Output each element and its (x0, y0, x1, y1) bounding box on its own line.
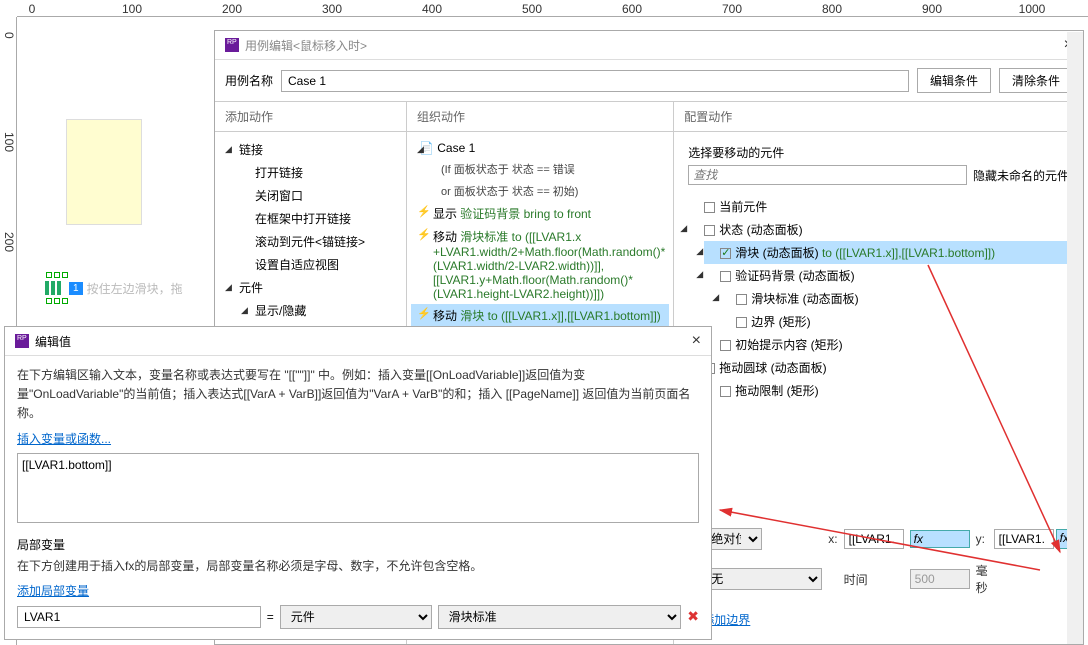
dialog-title: 用例编辑<鼠标移入时> (245, 37, 367, 54)
note-badge: 1 (69, 282, 83, 295)
edit-condition-button[interactable]: 编辑条件 (917, 68, 991, 93)
horizontal-ruler: 0 100 200 300 400 500 600 700 800 900 10… (17, 0, 1088, 17)
clear-condition-button[interactable]: 清除条件 (999, 68, 1073, 93)
slider-hint-text: 按住左边滑块，拖 (87, 280, 183, 297)
expression-textarea[interactable]: [[LVAR1.bottom]] (17, 453, 699, 523)
local-var-type-select[interactable]: 元件 (280, 605, 432, 629)
fx-x-button[interactable]: fx (910, 530, 970, 548)
app-icon (225, 38, 239, 52)
edit-value-dialog: 编辑值 × 在下方编辑区输入文本，变量名称或表达式要写在 "[[""]]" 中。… (4, 326, 712, 640)
close-icon[interactable]: × (692, 332, 701, 350)
add-bounds-link[interactable]: 添加边界 (702, 611, 822, 628)
edit-dialog-title: 编辑值 (35, 333, 71, 350)
delete-icon[interactable]: ✖ (687, 608, 699, 625)
move-controls: 移动 绝对位 x: fx y: fx 动画 无 时间 毫秒 界限 添加边界 (674, 514, 1083, 644)
local-var-name-input[interactable] (17, 606, 261, 628)
case-name-input[interactable] (281, 70, 909, 92)
yellow-widget[interactable] (66, 119, 142, 225)
configure-action-header: 配置动作 (674, 102, 1083, 132)
move-x-input[interactable] (844, 529, 904, 549)
add-action-header: 添加动作 (215, 102, 406, 132)
local-vars-header: 局部变量 (17, 536, 699, 553)
selected-action[interactable]: 移动 滑块 to ([[LVAR1.x]],[[LVAR1.bottom]]) (411, 304, 669, 327)
scrollbar[interactable] (1067, 32, 1083, 644)
widget-tree[interactable]: 当前元件 状态 (动态面板) 滑块 (动态面板) to ([[LVAR1.x]]… (678, 191, 1079, 406)
organize-action-header: 组织动作 (407, 102, 673, 132)
hide-unnamed-checkbox[interactable]: 隐藏未命名的元件 (973, 167, 1069, 184)
edit-description: 在下方编辑区输入文本，变量名称或表达式要写在 "[[""]]" 中。例如：插入变… (17, 366, 699, 424)
insert-variable-link[interactable]: 插入变量或函数... (17, 430, 699, 447)
local-var-target-select[interactable]: 滑块标准 (438, 605, 682, 629)
case-name-label: 用例名称 (225, 72, 273, 89)
move-y-input[interactable] (994, 529, 1054, 549)
time-input (910, 569, 970, 589)
animation-select[interactable]: 无 (702, 568, 822, 590)
search-input[interactable] (688, 165, 967, 185)
local-vars-desc: 在下方创建用于插入fx的局部变量，局部变量名称必须是字母、数字，不允许包含空格。 (17, 557, 699, 576)
add-local-var-link[interactable]: 添加局部变量 (17, 582, 699, 599)
app-icon (15, 334, 29, 348)
slider-widget[interactable]: 1 按住左边滑块，拖 (45, 271, 183, 305)
select-widget-label: 选择要移动的元件 (678, 138, 1079, 165)
